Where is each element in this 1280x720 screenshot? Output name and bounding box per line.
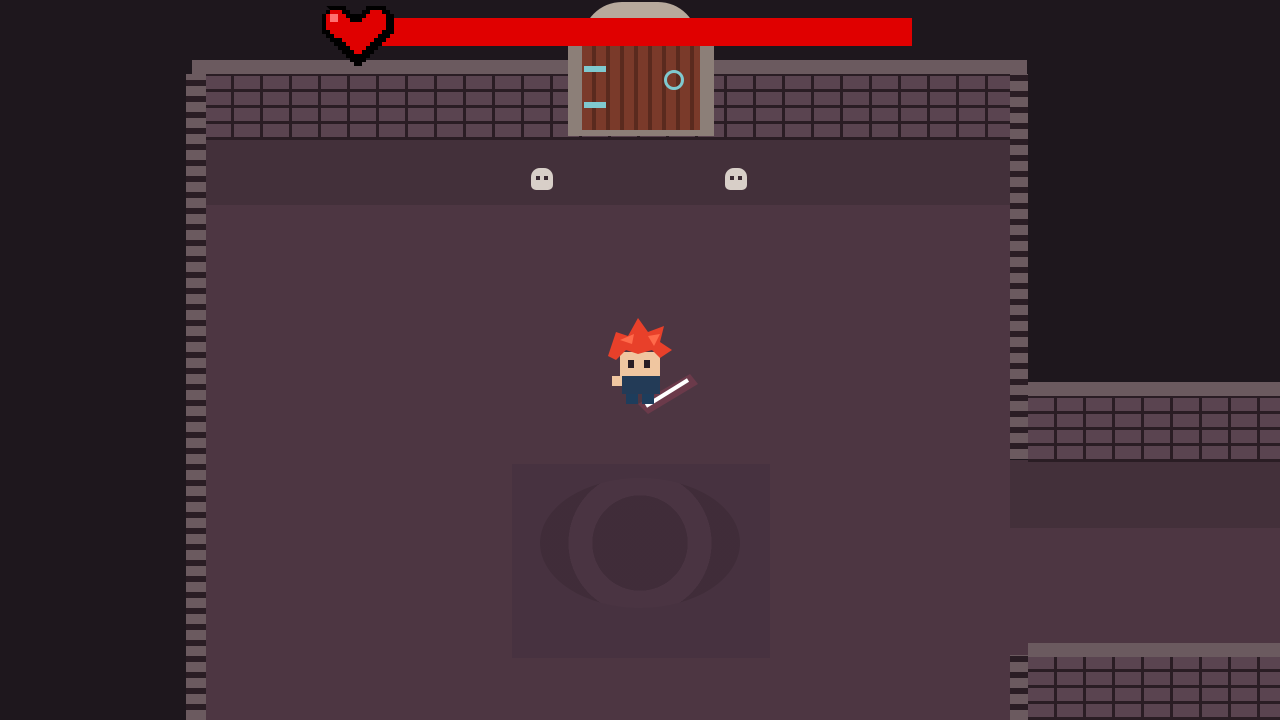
player-character-icon bbox=[608, 318, 698, 414]
corridor-south-wall-cap bbox=[1028, 643, 1280, 657]
door-knocker-icon bbox=[664, 70, 684, 90]
floor-wall-shadow bbox=[205, 140, 1010, 205]
east-wall-upper bbox=[1010, 74, 1028, 459]
corridor-north-wall-cap bbox=[1028, 382, 1280, 396]
door-hinge-upper bbox=[584, 66, 606, 72]
health-bar-fill bbox=[380, 18, 912, 46]
east-wall-lower bbox=[1010, 655, 1028, 720]
corridor-shadow bbox=[1010, 460, 1280, 528]
skull-icon bbox=[725, 168, 747, 190]
skull-icon bbox=[531, 168, 553, 190]
west-wall bbox=[186, 74, 206, 720]
heart-icon bbox=[322, 6, 394, 66]
stone-circle bbox=[540, 478, 740, 608]
door-hinge-lower bbox=[584, 102, 606, 108]
